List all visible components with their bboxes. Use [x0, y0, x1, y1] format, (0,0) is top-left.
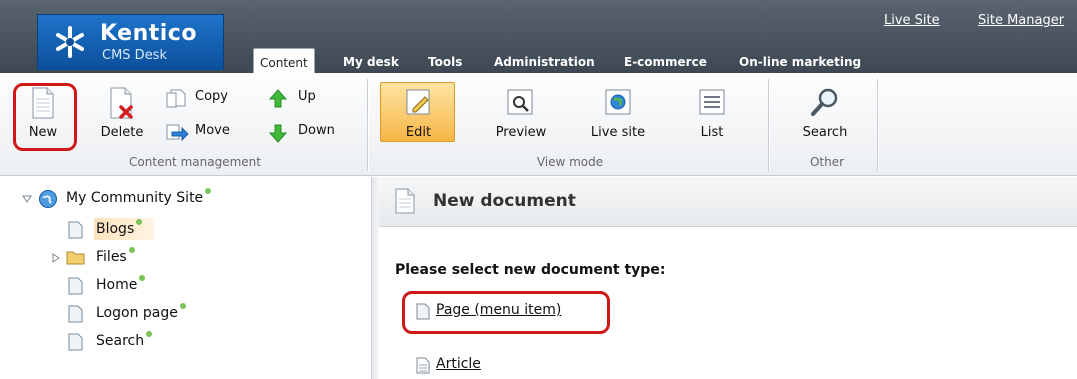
page-icon	[68, 333, 83, 351]
tab-administration[interactable]: Administration	[488, 48, 601, 73]
content-header: New document	[379, 177, 1077, 227]
globe-icon	[605, 89, 631, 115]
page-icon	[68, 221, 83, 239]
tab-e-commerce[interactable]: E-commerce	[618, 48, 713, 73]
tab-on-line-marketing[interactable]: On-line marketing	[733, 48, 867, 73]
highlight-ring-new	[13, 83, 77, 151]
tree-item-blogs[interactable]: Blogs	[68, 219, 188, 240]
preview-button-label: Preview	[495, 125, 547, 140]
ribbon-separator	[768, 79, 769, 171]
content-tree: My Community Site Blogs Files Home Logon…	[0, 177, 371, 379]
kentico-logo-icon	[56, 26, 84, 58]
tree-item-label: Blogs	[96, 221, 135, 237]
live-site-link[interactable]: Live Site	[884, 13, 940, 28]
highlight-ring-page	[402, 291, 610, 334]
live-site-button-label: Live site	[590, 125, 646, 140]
tree-item-label: Home	[96, 277, 138, 293]
edit-button[interactable]: Edit	[380, 77, 457, 147]
site-globe-icon	[39, 190, 57, 208]
logo-subtitle: CMS Desk	[102, 48, 167, 63]
published-status-dot	[136, 219, 143, 225]
search-button-label: Search	[802, 125, 848, 140]
article-icon	[416, 357, 430, 374]
search-button[interactable]: Search	[790, 77, 860, 147]
published-status-dot	[139, 275, 146, 281]
ribbon-separator	[367, 79, 368, 171]
preview-icon	[507, 89, 533, 115]
list-icon	[699, 89, 725, 115]
up-button-label: Up	[298, 89, 316, 104]
copy-button[interactable]: Copy	[165, 87, 245, 109]
doc-type-label: Article	[436, 356, 481, 372]
collapse-arrow-icon[interactable]	[22, 195, 32, 203]
tree-root-label: My Community Site	[66, 190, 204, 206]
copy-icon	[166, 89, 186, 108]
tree-item-label: Logon page	[96, 305, 178, 321]
list-button[interactable]: List	[685, 77, 739, 147]
down-button[interactable]: Down	[268, 121, 348, 143]
down-button-label: Down	[298, 123, 335, 138]
delete-button-label: Delete	[100, 125, 144, 140]
doc-type-prompt: Please select new document type:	[395, 262, 666, 278]
tree-item-files[interactable]: Files	[52, 247, 172, 268]
tree-item-logon-page[interactable]: Logon page	[68, 303, 228, 324]
tree-item-home[interactable]: Home	[68, 275, 188, 296]
live-site-button[interactable]: Live site	[582, 77, 654, 147]
doc-type-article[interactable]: Article	[416, 356, 516, 376]
tree-item-label: Search	[96, 333, 145, 349]
published-status-dot	[205, 188, 212, 194]
tab-tools[interactable]: Tools	[422, 48, 468, 73]
ribbon-toolbar: New Delete Copy Move Up Down Content man…	[0, 73, 1077, 176]
logo-brand: Kentico	[100, 21, 197, 46]
tab-content[interactable]: Content	[253, 48, 315, 73]
edit-button-label: Edit	[405, 125, 432, 140]
ribbon-separator	[877, 79, 878, 171]
up-button[interactable]: Up	[268, 87, 328, 109]
arrow-down-icon	[268, 124, 288, 143]
move-button[interactable]: Move	[165, 121, 245, 143]
group-label-content-management: Content management	[129, 155, 261, 169]
folder-icon	[66, 251, 85, 265]
published-status-dot	[179, 303, 186, 309]
preview-button[interactable]: Preview	[488, 77, 554, 147]
move-icon	[166, 124, 189, 142]
arrow-up-icon	[268, 89, 288, 108]
copy-button-label: Copy	[195, 89, 228, 104]
new-document-header-icon	[395, 188, 415, 214]
move-button-label: Move	[195, 123, 230, 138]
published-status-dot	[128, 247, 135, 253]
tree-item-label: Files	[96, 249, 127, 265]
edit-icon	[406, 89, 430, 115]
published-status-dot	[146, 331, 153, 337]
expand-arrow-icon[interactable]	[52, 253, 60, 263]
tree-item-root[interactable]: My Community Site	[22, 188, 262, 209]
search-icon	[811, 88, 838, 116]
pane-splitter[interactable]	[371, 177, 379, 379]
tree-item-search[interactable]: Search	[68, 331, 188, 352]
site-manager-link[interactable]: Site Manager	[978, 13, 1064, 28]
page-icon	[68, 305, 83, 323]
group-label-view-mode: View mode	[536, 155, 604, 169]
delete-document-icon	[110, 87, 133, 119]
list-button-label: List	[700, 125, 724, 140]
page-title: New document	[433, 191, 576, 211]
top-header: Kentico CMS Desk Live Site Site Manager …	[0, 0, 1077, 73]
kentico-logo: Kentico CMS Desk	[37, 14, 224, 70]
tab-my-desk[interactable]: My desk	[337, 48, 405, 73]
delete-button[interactable]: Delete	[92, 77, 152, 147]
page-icon	[68, 277, 83, 295]
group-label-other: Other	[809, 155, 845, 169]
